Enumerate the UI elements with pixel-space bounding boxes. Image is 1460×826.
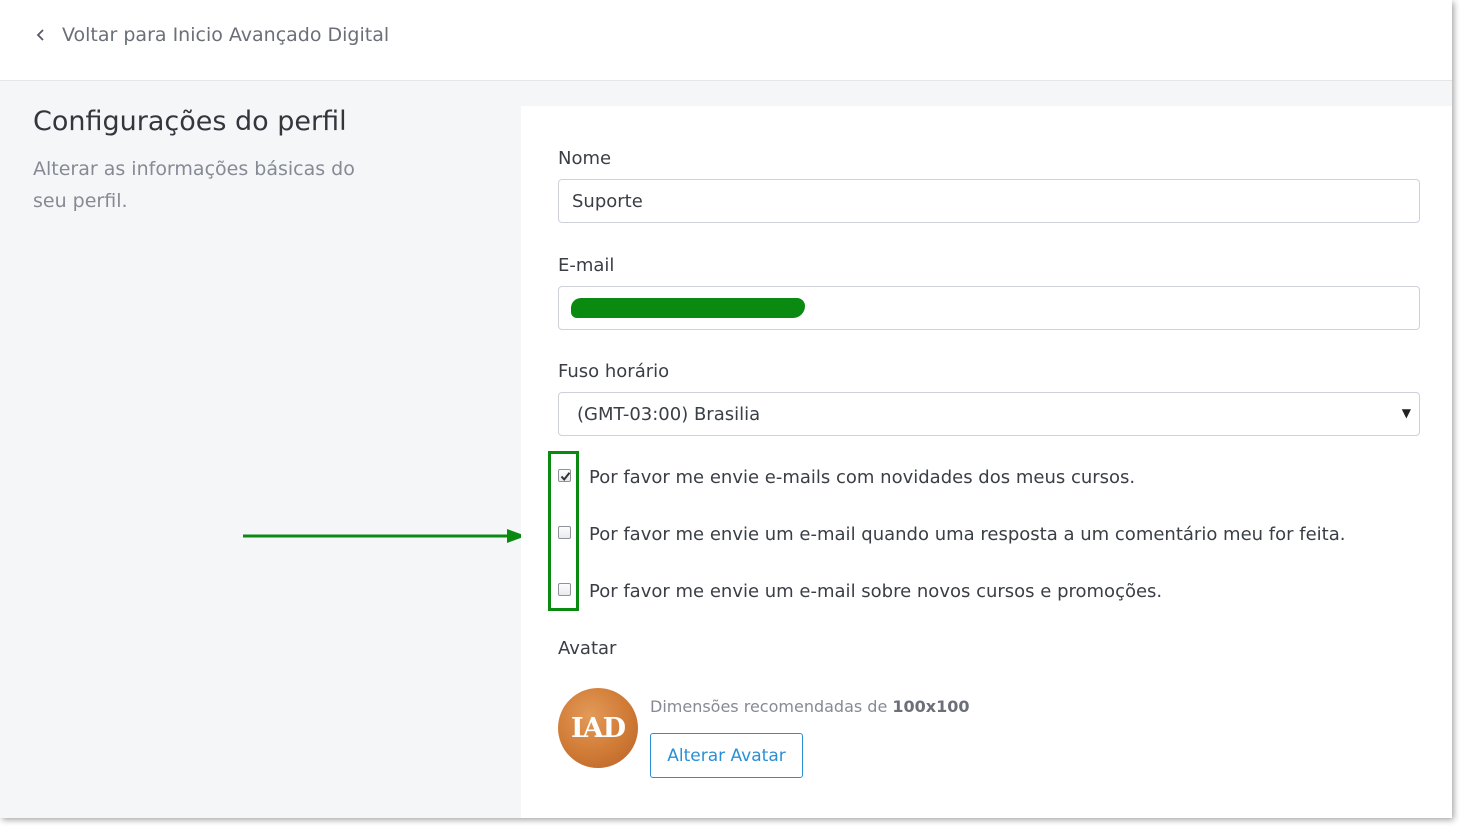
avatar-hint-prefix: Dimensões recomendadas de: [650, 697, 888, 716]
back-link[interactable]: Voltar para Inicio Avançado Digital: [36, 24, 389, 46]
promotions-label: Por favor me envie um e-mail sobre novos…: [589, 581, 1163, 602]
page-subtitle: Alterar as informações básicas do seu pe…: [33, 158, 355, 212]
timezone-label: Fuso horário: [558, 361, 670, 382]
email-redaction: [571, 298, 805, 318]
checkbox-row-promotions: Por favor me envie um e-mail sobre novos…: [558, 581, 1418, 611]
course-news-label: Por favor me envie e-mails com novidades…: [589, 467, 1136, 488]
back-link-label: Voltar para Inicio Avançado Digital: [62, 24, 390, 46]
timezone-select[interactable]: (GMT-03:00) Brasilia ▼: [558, 392, 1420, 436]
checkbox-row-comment-reply: Por favor me envie um e-mail quando uma …: [558, 524, 1418, 554]
arrow-right-icon: [243, 526, 528, 550]
email-input[interactable]: [558, 286, 1420, 330]
intro-section: Configurações do perfil Alterar as infor…: [33, 106, 373, 217]
avatar-dimensions-hint: Dimensões recomendadas de 100x100: [650, 697, 970, 716]
avatar: IAD: [558, 688, 638, 768]
avatar-hint-size: 100x100: [892, 697, 970, 716]
checkbox-row-course-news: Por favor me envie e-mails com novidades…: [558, 467, 1418, 497]
checkbox-highlight-annotation: [548, 451, 579, 611]
profile-form-card: Nome E-mail Fuso horário (GMT-03:00) Bra…: [521, 106, 1452, 818]
avatar-label: Avatar: [558, 638, 617, 659]
app-window: Voltar para Inicio Avançado Digital Conf…: [0, 0, 1452, 818]
change-avatar-button[interactable]: Alterar Avatar: [650, 733, 803, 778]
avatar-logo-text: IAD: [571, 712, 626, 744]
email-label: E-mail: [558, 255, 615, 276]
caret-down-icon: ▼: [1401, 406, 1411, 420]
chevron-left-icon: [36, 28, 46, 42]
name-input[interactable]: [558, 179, 1420, 223]
top-bar: Voltar para Inicio Avançado Digital: [0, 0, 1452, 81]
comment-reply-label: Por favor me envie um e-mail quando uma …: [589, 524, 1346, 545]
timezone-value: (GMT-03:00) Brasilia: [577, 404, 761, 425]
page-title: Configurações do perfil: [33, 106, 347, 137]
name-label: Nome: [558, 148, 612, 169]
